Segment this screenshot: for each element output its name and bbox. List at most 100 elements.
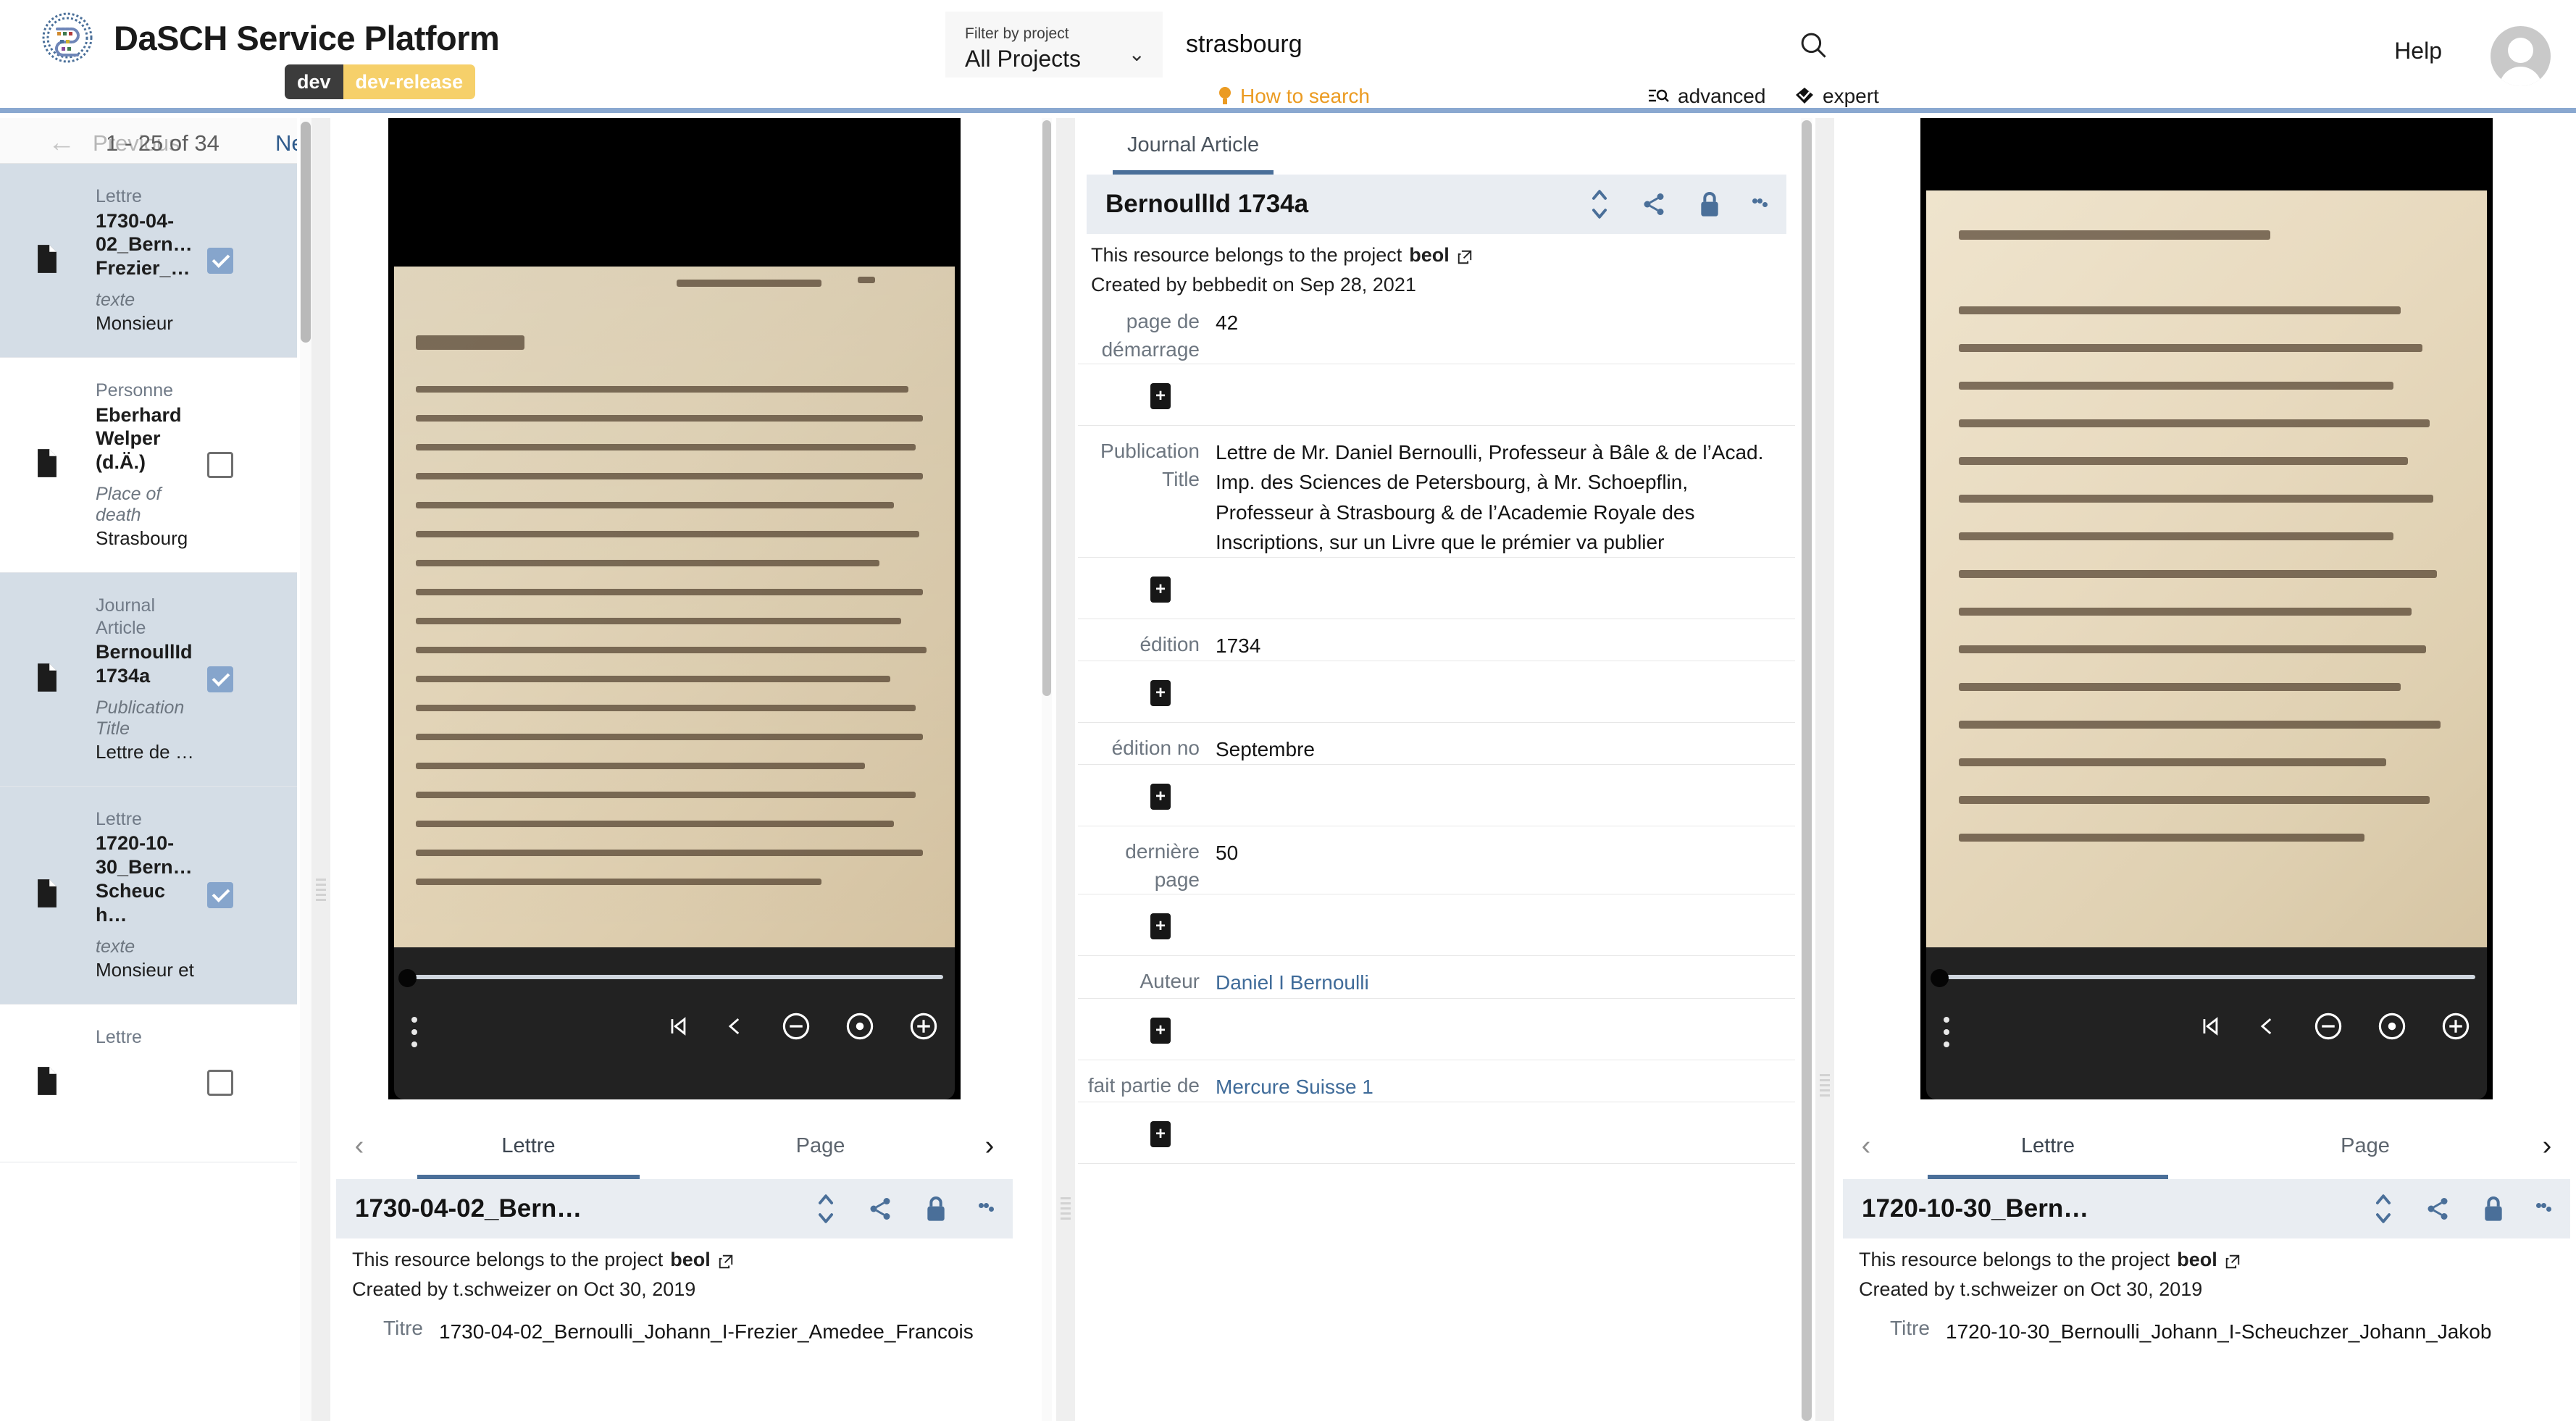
add-value-button[interactable]: + — [1150, 913, 1171, 940]
tab-lettre-right[interactable]: Lettre — [1889, 1112, 2207, 1179]
file-icon — [35, 448, 59, 482]
add-value-button[interactable]: + — [1150, 784, 1171, 810]
property-key: dernière page — [1125, 840, 1200, 891]
list-item-value: Monsieur et — [96, 958, 194, 981]
external-link-icon[interactable] — [718, 1252, 734, 1268]
add-value-button[interactable]: + — [1150, 1120, 1171, 1147]
property-value[interactable]: Daniel I Bernoulli — [1216, 968, 1795, 997]
tab-lettre-left[interactable]: Lettre — [382, 1112, 674, 1179]
chevron-left-icon[interactable] — [2255, 1014, 2280, 1039]
list-item-checkbox[interactable] — [207, 881, 233, 908]
chevron-left-icon[interactable]: ‹ — [336, 1131, 382, 1162]
add-value-button[interactable]: + — [1150, 576, 1171, 603]
sort-vertical-icon[interactable] — [815, 1194, 837, 1224]
sort-vertical-icon[interactable] — [2372, 1194, 2394, 1224]
viewer-toolbar-right — [1926, 947, 2487, 1099]
left-titre-value: 1730-04-02_Bernoulli_Johann_I-Frezier_Am… — [439, 1320, 974, 1343]
chevron-right-icon[interactable]: › — [966, 1131, 1013, 1162]
add-value-button[interactable]: + — [1150, 1017, 1171, 1044]
zoom-in-icon[interactable] — [2441, 1011, 2471, 1041]
search-input[interactable] — [1163, 12, 1778, 77]
list-item-checkbox[interactable] — [207, 452, 233, 479]
manuscript-image-left[interactable] — [388, 118, 961, 1099]
next-page-button[interactable]: Next — [275, 130, 297, 156]
list-item-type: Lettre — [96, 808, 142, 829]
list-item[interactable]: Lettre 1730-04- 02_Bern… Frezier_… texte Mons… — [0, 164, 297, 359]
advanced-search-link[interactable]: advanced — [1648, 85, 1765, 108]
skip-to-start-icon[interactable] — [665, 1014, 690, 1039]
manuscript-image-right[interactable] — [1920, 118, 2493, 1099]
list-item[interactable]: Lettre — [0, 1005, 297, 1162]
left-titre-row: Titre 1730-04-02_Bernoulli_Johann_I-Frez… — [330, 1308, 1019, 1347]
list-item-label-line: (d.Ä.) — [96, 451, 146, 474]
arrow-left-icon[interactable]: ← — [48, 127, 75, 159]
reset-view-icon[interactable] — [2377, 1011, 2407, 1041]
external-link-icon[interactable] — [2225, 1252, 2241, 1268]
gutter-grip-icon — [316, 879, 326, 904]
chevron-left-icon[interactable]: ‹ — [1843, 1131, 1889, 1162]
add-value-button[interactable]: + — [1150, 680, 1171, 707]
zoom-in-icon[interactable] — [908, 1011, 939, 1041]
share-icon[interactable] — [1641, 191, 1667, 217]
external-link-icon[interactable] — [1457, 248, 1473, 264]
gutter-sidebar[interactable] — [311, 118, 330, 1421]
share-icon[interactable] — [2425, 1196, 2451, 1222]
chevron-left-icon[interactable] — [723, 1014, 748, 1039]
tab-journal-article[interactable]: Journal Article — [1113, 118, 1274, 175]
expert-search-link[interactable]: expert — [1794, 85, 1879, 108]
page-slider-knob-right[interactable] — [1931, 969, 1949, 987]
gutter-grip-icon — [1061, 1197, 1071, 1223]
list-item[interactable]: Personne Eberhard Welper (d.Ä.) Place of dea… — [0, 358, 297, 574]
lock-icon[interactable] — [2481, 1194, 2506, 1223]
manuscript-page — [1926, 190, 2487, 951]
more-vertical-icon[interactable] — [411, 1017, 417, 1054]
tab-page-right[interactable]: Page — [2207, 1112, 2524, 1179]
chevron-right-icon[interactable]: › — [2524, 1131, 2570, 1162]
list-item-label: BernoullId 1734a — [96, 640, 196, 688]
left-scrollbar-thumb[interactable] — [1042, 120, 1051, 696]
reset-view-icon[interactable] — [845, 1011, 875, 1041]
list-item-checkbox[interactable] — [207, 247, 233, 274]
add-value-button[interactable]: + — [1150, 383, 1171, 410]
list-item[interactable]: Journal Article BernoullId 1734a Publicatio… — [0, 573, 297, 787]
mid-scrollbar-thumb[interactable] — [1802, 120, 1812, 1421]
property-row: Publication Title Lettre de Mr. Daniel Be… — [1078, 426, 1795, 619]
sort-vertical-icon[interactable] — [1589, 189, 1610, 219]
avatar-body — [2499, 67, 2542, 86]
gutter-mid-panel[interactable] — [1815, 118, 1834, 1421]
avatar[interactable] — [2491, 26, 2551, 86]
image-viewer-right — [1837, 118, 2576, 1099]
lock-icon[interactable] — [1697, 190, 1722, 219]
share-icon[interactable] — [867, 1196, 893, 1222]
brand: DaSCH Service Platform — [40, 10, 500, 65]
zoom-out-icon[interactable] — [2313, 1011, 2343, 1041]
more-vertical-icon[interactable] — [2536, 1203, 2551, 1215]
help-link[interactable]: Help — [2394, 38, 2442, 64]
list-item-checkbox[interactable] — [207, 1070, 233, 1097]
page-slider-knob-left[interactable] — [398, 969, 417, 987]
tab-page-left[interactable]: Page — [674, 1112, 966, 1179]
app-title: DaSCH Service Platform — [114, 18, 500, 57]
gutter-left-panel[interactable] — [1056, 118, 1075, 1421]
more-vertical-icon[interactable] — [1944, 1017, 1949, 1054]
zoom-out-icon[interactable] — [781, 1011, 811, 1041]
list-item-prop: Place of death — [96, 484, 162, 526]
property-value[interactable]: Mercure Suisse 1 — [1216, 1072, 1795, 1102]
more-vertical-icon[interactable] — [1752, 198, 1768, 210]
search-icon — [1801, 33, 1826, 58]
page-slider-right[interactable] — [1936, 975, 2475, 979]
how-to-search-link[interactable]: How to search — [1217, 85, 1370, 108]
search-button[interactable] — [1778, 12, 1847, 77]
list-item[interactable]: Lettre 1720-10- 30_Bern… Scheuch… texte Monsi… — [0, 786, 297, 1005]
skip-to-start-icon[interactable] — [2197, 1014, 2222, 1039]
project-filter-select[interactable]: Filter by project All Projects ⌄ — [945, 12, 1163, 77]
lock-icon[interactable] — [924, 1194, 948, 1223]
page-slider-left[interactable] — [404, 975, 943, 979]
more-vertical-icon[interactable] — [979, 1203, 994, 1215]
middle-tabbar: Journal Article — [1078, 118, 1795, 175]
list-item-type: Personne — [96, 380, 174, 401]
sidebar-scrollbar-thumb[interactable] — [301, 122, 311, 343]
right-resource-panel: ‹ Lettre Page › 1720-10-30_Bern… This re… — [1837, 118, 2576, 1421]
list-item-checkbox[interactable] — [207, 666, 233, 692]
right-resource-header: 1720-10-30_Bern… — [1843, 1179, 2570, 1238]
